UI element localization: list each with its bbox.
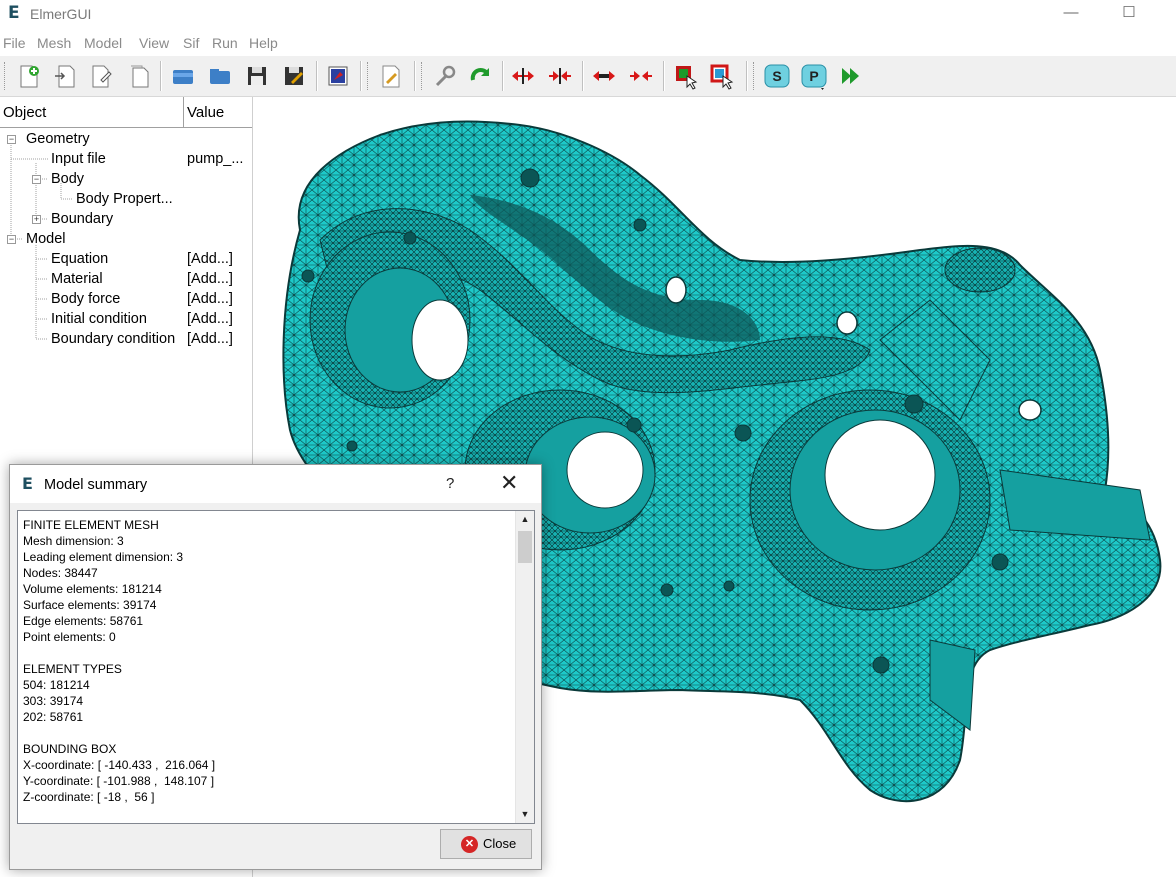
save-icon[interactable] — [244, 62, 270, 90]
tree-value-body-force[interactable]: [Add...] — [187, 289, 233, 309]
menu-view[interactable]: View — [139, 35, 169, 51]
toolbar-grip — [4, 62, 8, 90]
close-x-icon: ✕ — [461, 836, 478, 853]
save-as-icon[interactable] — [281, 62, 307, 90]
summary-line: 202: 58761 — [23, 710, 84, 724]
scroll-thumb[interactable] — [518, 531, 532, 563]
title-bar: E ElmerGUI — ☐ — [0, 0, 1176, 30]
close-button[interactable]: ✕ Close — [440, 829, 532, 859]
summary-line: Edge elements: 58761 — [23, 614, 144, 628]
scroll-down-icon[interactable]: ▼ — [516, 806, 534, 823]
select-surface-icon[interactable] — [673, 62, 699, 90]
collapse-body-icon[interactable]: − — [32, 175, 41, 184]
summary-line: Nodes: 38447 — [23, 566, 98, 580]
tree-item-boundary[interactable]: Boundary — [51, 209, 113, 229]
menu-model[interactable]: Model — [84, 35, 122, 51]
tree-item-initial-condition[interactable]: Initial condition — [51, 309, 147, 329]
open-file-icon[interactable] — [52, 62, 78, 90]
folder-icon[interactable] — [207, 62, 233, 90]
summary-line: Z-coordinate: [ -18 , 56 ] — [23, 790, 155, 804]
vertical-scrollbar[interactable]: ▲ ▼ — [515, 511, 534, 823]
summary-line: BOUNDING BOX — [23, 742, 117, 756]
blank-page-icon[interactable] — [126, 62, 152, 90]
tree-value-initial-condition[interactable]: [Add...] — [187, 309, 233, 329]
tree-value-material[interactable]: [Add...] — [187, 269, 233, 289]
menu-mesh[interactable]: Mesh — [37, 35, 71, 51]
edit-file-icon[interactable] — [88, 62, 114, 90]
summary-line: Mesh dimension: 3 — [23, 534, 124, 548]
expand-boundary-icon[interactable]: + — [32, 215, 41, 224]
menu-run[interactable]: Run — [212, 35, 238, 51]
summary-text-area[interactable]: FINITE ELEMENT MESH Mesh dimension: 3 Lead… — [17, 510, 535, 824]
dialog-close-icon[interactable]: ✕ — [500, 471, 518, 496]
tree-value-equation[interactable]: [Add...] — [187, 249, 233, 269]
new-icon[interactable] — [16, 62, 42, 90]
summary-line: X-coordinate: [ -140.433 , 216.064 ] — [23, 758, 216, 772]
summary-line: 504: 181214 — [23, 678, 90, 692]
reload-icon[interactable] — [468, 62, 494, 90]
maximize-icon[interactable]: ☐ — [1106, 0, 1152, 30]
tree-item-geometry[interactable]: Geometry — [26, 129, 90, 149]
dialog-logo-icon: E — [22, 474, 33, 493]
window-title: ElmerGUI — [30, 6, 92, 22]
summary-line: FINITE ELEMENT MESH — [23, 518, 159, 532]
tree-item-body-force[interactable]: Body force — [51, 289, 120, 309]
summary-line: Y-coordinate: [ -101.988 , 148.107 ] — [23, 774, 215, 788]
tree-item-body[interactable]: Body — [51, 169, 84, 189]
model-summary-dialog: E Model summary ? ✕ FINITE ELEMENT MESH M… — [9, 464, 542, 870]
scroll-up-icon[interactable]: ▲ — [516, 511, 534, 528]
summary-line: Point elements: 0 — [23, 630, 116, 644]
dialog-title-bar: E Model summary ? ✕ — [10, 465, 541, 503]
view-icon[interactable] — [325, 62, 351, 90]
wrench-icon[interactable] — [431, 62, 457, 90]
summary-line — [23, 725, 503, 741]
tree-item-model[interactable]: Model — [26, 229, 66, 249]
close-button-label: Close — [483, 836, 517, 851]
select-edge-icon[interactable] — [709, 62, 735, 90]
divide-edge-icon[interactable] — [591, 62, 617, 90]
svg-text:S: S — [772, 68, 781, 84]
dialog-title: Model summary — [44, 477, 148, 493]
tree-item-material[interactable]: Material — [51, 269, 103, 289]
summary-line: Leading element dimension: 3 — [23, 550, 184, 564]
menu-file[interactable]: File — [3, 35, 26, 51]
menu-help[interactable]: Help — [249, 35, 278, 51]
summary-line: Volume elements: 181214 — [23, 582, 162, 596]
menu-sif[interactable]: Sif — [183, 35, 199, 51]
tree-item-input-file[interactable]: Input file — [51, 149, 106, 169]
run-icon[interactable] — [838, 62, 864, 90]
tree-item-equation[interactable]: Equation — [51, 249, 108, 269]
tree-value-input-file: pump_... — [187, 151, 244, 167]
unify-surface-icon[interactable] — [547, 62, 573, 90]
summary-line — [23, 645, 503, 661]
tree-item-body-property[interactable]: Body Propert... — [76, 189, 173, 209]
postprocessor-p-icon[interactable]: P — [801, 62, 827, 90]
summary-line: 303: 39174 — [23, 694, 84, 708]
summary-line: ELEMENT TYPES — [23, 662, 122, 676]
summary-text: FINITE ELEMENT MESH Mesh dimension: 3 Lead… — [23, 517, 503, 805]
help-button[interactable]: ? — [446, 475, 454, 492]
edit-sif-icon[interactable] — [378, 62, 404, 90]
folder-open-icon[interactable] — [170, 62, 196, 90]
collapse-geometry-icon[interactable]: − — [7, 135, 16, 144]
solver-s-icon[interactable]: S — [764, 62, 790, 90]
toolbar: S P — [0, 56, 1176, 97]
svg-text:P: P — [809, 68, 818, 84]
minimize-icon[interactable]: — — [1048, 0, 1094, 30]
menu-bar: File Mesh Model View Sif Run Help — [0, 32, 1176, 54]
tree-value-boundary-condition[interactable]: [Add...] — [187, 329, 233, 349]
app-logo-icon: E — [8, 3, 20, 23]
unify-edge-icon[interactable] — [628, 62, 654, 90]
collapse-model-icon[interactable]: − — [7, 235, 16, 244]
tree-item-boundary-condition[interactable]: Boundary condition — [51, 329, 175, 349]
summary-line: Surface elements: 39174 — [23, 598, 157, 612]
divide-surface-icon[interactable] — [510, 62, 536, 90]
